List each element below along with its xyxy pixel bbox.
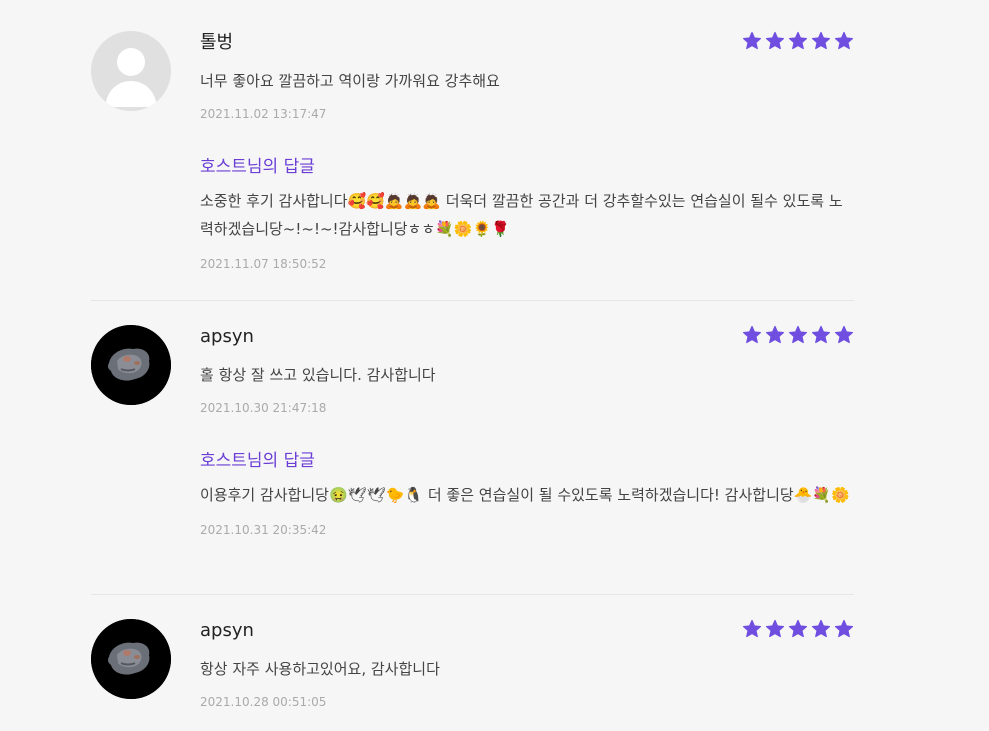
star-icon bbox=[765, 619, 785, 639]
review-date: 2021.10.28 00:51:05 bbox=[200, 695, 327, 709]
rating-stars bbox=[742, 619, 854, 639]
host-reply: 호스트님의 답글 소중한 후기 감사합니다🥰🥰🙇🙇🙇 더욱더 깔끔한 공간과 더… bbox=[200, 155, 850, 271]
reply-date: 2021.10.31 20:35:42 bbox=[200, 523, 327, 537]
profile-photo bbox=[91, 325, 171, 405]
star-icon bbox=[811, 619, 831, 639]
rating-stars bbox=[742, 31, 854, 51]
photo-avatar bbox=[91, 619, 171, 699]
host-reply: 호스트님의 답글 이용후기 감사합니당🤢🕊🕊🐤🐧 더 좋은 연습실이 될 수있도… bbox=[200, 449, 850, 537]
review-date: 2021.11.02 13:17:47 bbox=[200, 107, 327, 121]
reply-date: 2021.11.07 18:50:52 bbox=[200, 257, 327, 271]
star-icon bbox=[834, 619, 854, 639]
review-text: 너무 좋아요 깔끔하고 역이랑 가까워요 강추해요 bbox=[200, 72, 500, 90]
review-item: apsyn 항상 자주 사용하고있어요, 감사합니다 2021.10.28 00… bbox=[91, 619, 854, 729]
star-icon bbox=[765, 325, 785, 345]
reviewer-nickname: 톨벙 bbox=[200, 32, 234, 53]
reply-title: 호스트님의 답글 bbox=[200, 451, 315, 471]
star-icon bbox=[742, 325, 762, 345]
star-icon bbox=[788, 619, 808, 639]
reply-body: 이용후기 감사합니당🤢🕊🕊🐤🐧 더 좋은 연습실이 될 수있도록 노력하겠습니다… bbox=[200, 486, 850, 504]
review-divider bbox=[91, 594, 854, 595]
reply-body: 소중한 후기 감사합니다🥰🥰🙇🙇🙇 더욱더 깔끔한 공간과 더 강추할수있는 연… bbox=[200, 192, 843, 238]
person-icon bbox=[105, 48, 157, 107]
review-date: 2021.10.30 21:47:18 bbox=[200, 401, 327, 415]
profile-photo bbox=[91, 619, 171, 699]
review-divider bbox=[91, 300, 854, 301]
review-item: 톨벙 너무 좋아요 깔끔하고 역이랑 가까워요 강추해요 2021.11.02 … bbox=[91, 31, 854, 281]
review-text: 홀 항상 잘 쓰고 있습니다. 감사합니다 bbox=[200, 366, 436, 384]
reviewer-nickname: apsyn bbox=[200, 620, 254, 641]
rating-stars bbox=[742, 325, 854, 345]
star-icon bbox=[811, 31, 831, 51]
review-item: apsyn 홀 항상 잘 쓰고 있습니다. 감사합니다 2021.10.30 2… bbox=[91, 325, 854, 575]
star-icon bbox=[788, 325, 808, 345]
photo-avatar bbox=[91, 325, 171, 405]
star-icon bbox=[742, 31, 762, 51]
reply-title: 호스트님의 답글 bbox=[200, 157, 315, 177]
reviewer-nickname: apsyn bbox=[200, 326, 254, 347]
default-avatar bbox=[91, 31, 171, 111]
star-icon bbox=[742, 619, 762, 639]
star-icon bbox=[788, 31, 808, 51]
star-icon bbox=[811, 325, 831, 345]
star-icon bbox=[765, 31, 785, 51]
review-text: 항상 자주 사용하고있어요, 감사합니다 bbox=[200, 660, 440, 678]
star-icon bbox=[834, 325, 854, 345]
star-icon bbox=[834, 31, 854, 51]
